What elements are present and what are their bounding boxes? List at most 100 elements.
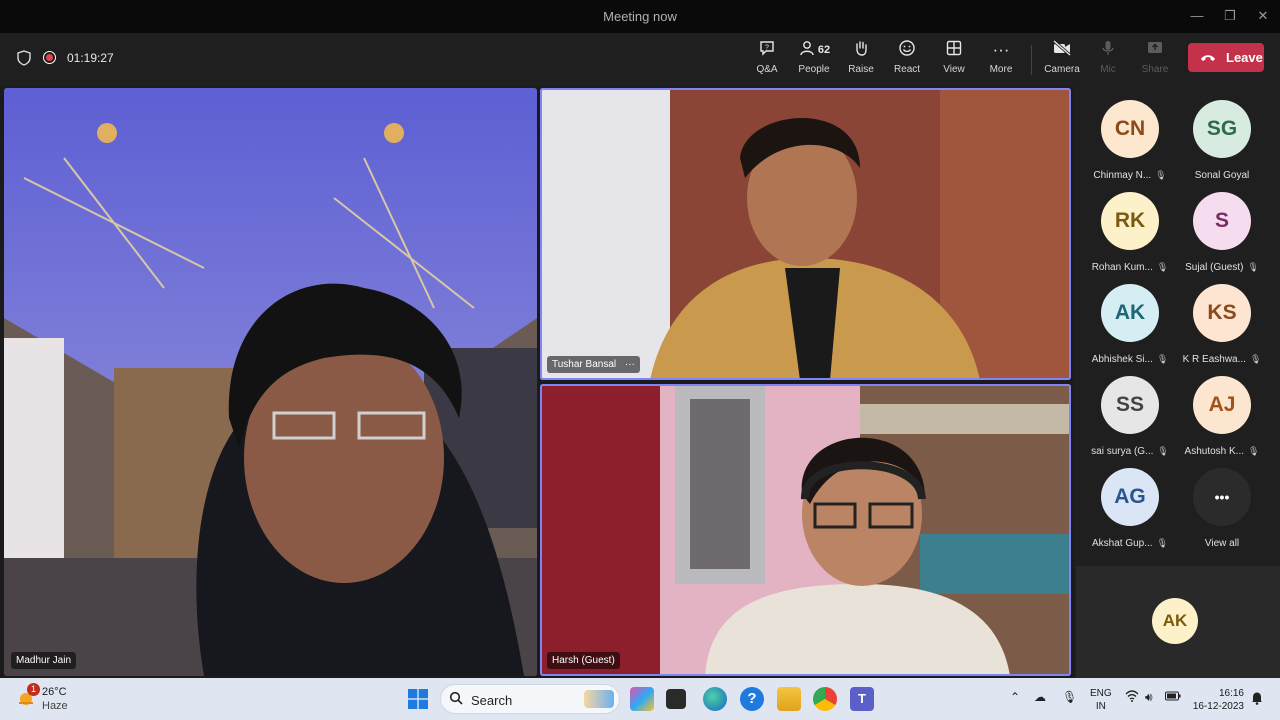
more-participants-icon: ••• [1193, 468, 1251, 526]
view-grid-icon [939, 39, 969, 61]
clock-time: 16:16 [1218, 688, 1244, 699]
video-feed-madhur [4, 88, 537, 676]
participant-label: Chinmay N... 🎙︎ [1084, 170, 1176, 181]
window-title: Meeting now [603, 9, 677, 24]
window-titlebar: Meeting now — ❐ ✕ [0, 0, 1280, 33]
teams-icon[interactable]: T [850, 687, 874, 711]
people-count: 62 [817, 44, 831, 56]
share-icon [1140, 39, 1170, 61]
avatar: S [1193, 192, 1251, 250]
edge-browser-icon[interactable] [703, 687, 727, 711]
people-button[interactable]: 62 People [796, 39, 832, 83]
view-all-button[interactable]: ••• View all [1176, 468, 1268, 560]
camera-label: Camera [1044, 64, 1080, 75]
participant-card-sg[interactable]: SG Sonal Goyal [1176, 100, 1268, 192]
participant-card-aj[interactable]: AJ Ashutosh K... 🎙︎ [1176, 376, 1268, 468]
participant-card-rk[interactable]: RK Rohan Kum... 🎙︎ [1084, 192, 1176, 284]
participant-name: Sujal (Guest) [1185, 262, 1244, 273]
file-explorer-icon[interactable] [777, 687, 801, 711]
share-button[interactable]: Share [1140, 39, 1170, 83]
close-window-button[interactable]: ✕ [1246, 4, 1280, 28]
camera-off-icon [1044, 39, 1080, 61]
weather-badge: 1 [27, 683, 40, 696]
shield-icon [17, 50, 31, 66]
participant-name: sai surya (G... [1091, 446, 1154, 457]
participant-label: Abhishek Si... 🎙︎ [1084, 354, 1176, 365]
maximize-button[interactable]: ❐ [1213, 4, 1247, 28]
raise-hand-icon [846, 39, 876, 61]
tile-more-icon[interactable]: ··· [625, 359, 635, 370]
lang-code: ENG [1090, 688, 1112, 699]
participant-label: Rohan Kum... 🎙︎ [1084, 262, 1176, 273]
self-avatar: AK [1152, 598, 1198, 644]
input-language-indicator[interactable]: ENG IN [1090, 687, 1112, 713]
leave-button[interactable]: Leave [1188, 43, 1264, 72]
more-icon: ··· [992, 40, 1010, 59]
search-label: Search [471, 693, 513, 708]
avatar: CN [1101, 100, 1159, 158]
video-tile-tushar[interactable]: Tushar Bansal ··· [540, 88, 1071, 380]
hangup-phone-icon [1200, 43, 1216, 82]
volume-icon[interactable]: 🔊︎ [1145, 690, 1153, 705]
participant-card-ks[interactable]: KS K R Eashwa... 🎙︎ [1176, 284, 1268, 376]
video-tile-madhur[interactable]: Madhur Jain [4, 88, 537, 676]
participant-label: Sonal Goyal [1176, 170, 1268, 181]
participants-panel: CN Chinmay N... 🎙︎ SG Sonal Goyal RK Roha… [1076, 86, 1280, 678]
participant-name: Chinmay N... [1093, 170, 1152, 181]
camera-button[interactable]: Camera [1044, 39, 1080, 83]
participant-name: K R Eashwa... [1182, 354, 1246, 365]
participant-label: Akshat Gup... 🎙︎ [1084, 538, 1176, 549]
weather-condition: Haze [42, 700, 68, 712]
avatar: AK [1101, 284, 1159, 342]
participant-card-cn[interactable]: CN Chinmay N... 🎙︎ [1084, 100, 1176, 192]
view-button[interactable]: View [939, 39, 969, 83]
wifi-icon[interactable] [1125, 690, 1139, 705]
avatar: RK [1101, 192, 1159, 250]
chrome-icon[interactable] [813, 687, 837, 711]
mic-button[interactable]: Mic [1094, 39, 1122, 83]
onedrive-cloud-icon[interactable]: ☁ [1034, 690, 1046, 704]
participant-name-madhur: Madhur Jain [11, 652, 77, 669]
participant-card-ss[interactable]: SS sai surya (G... 🎙︎ [1084, 376, 1176, 468]
help-icon[interactable]: ? [740, 687, 764, 711]
mic-muted-icon: 🎙︎ [1156, 262, 1169, 272]
region-code: IN [1095, 701, 1106, 712]
mic-muted-tray-icon[interactable]: 🎙︎ [1062, 690, 1077, 704]
leave-label: Leave [1226, 50, 1263, 65]
copilot-icon[interactable] [630, 687, 654, 711]
avatar: AJ [1193, 376, 1251, 434]
raise-label: Raise [848, 64, 874, 75]
weather-temp[interactable]: 26°C [42, 686, 67, 698]
people-label: People [798, 64, 830, 75]
participant-card-ag[interactable]: AG Akshat Gup... 🎙︎ [1084, 468, 1176, 560]
task-view-icon[interactable] [666, 689, 686, 709]
participant-name-harsh: Harsh (Guest) [547, 652, 620, 669]
notification-bell-icon[interactable] [1251, 691, 1263, 708]
participant-card-ak[interactable]: AK Abhishek Si... 🎙︎ [1084, 284, 1176, 376]
view-label: View [943, 64, 965, 75]
video-tile-harsh[interactable]: Harsh (Guest) [540, 384, 1071, 676]
raise-hand-button[interactable]: Raise [846, 39, 876, 83]
avatar: AG [1101, 468, 1159, 526]
mic-muted-icon: 🎙︎ [1156, 354, 1169, 364]
self-view[interactable]: AK [1076, 566, 1280, 678]
battery-icon[interactable] [1165, 690, 1181, 704]
participant-label: Sujal (Guest) 🎙︎ [1176, 262, 1268, 273]
more-button[interactable]: ··· More [986, 39, 1016, 83]
video-stage: Madhur Jain Tushar Bansal ··· Harsh (Gue… [0, 86, 1074, 678]
share-label: Share [1141, 64, 1169, 75]
qa-button[interactable]: ? Q&A [752, 39, 782, 83]
windows-start-icon[interactable] [408, 689, 428, 709]
minimize-button[interactable]: — [1180, 4, 1214, 28]
avatar: SS [1101, 376, 1159, 434]
tray-overflow-chevron-icon[interactable]: ⌃ [1010, 690, 1020, 704]
toolbar-divider [1031, 45, 1032, 75]
taskbar-search-box[interactable]: Search [440, 684, 620, 714]
qa-label: Q&A [756, 64, 778, 75]
taskbar-clock[interactable]: 16:16 16-12-2023 [1192, 687, 1244, 713]
react-label: React [893, 64, 921, 75]
qa-icon: ? [752, 39, 782, 61]
participant-label: sai surya (G... 🎙︎ [1084, 446, 1176, 457]
react-button[interactable]: React [892, 39, 922, 83]
participant-card-s[interactable]: S Sujal (Guest) 🎙︎ [1176, 192, 1268, 284]
